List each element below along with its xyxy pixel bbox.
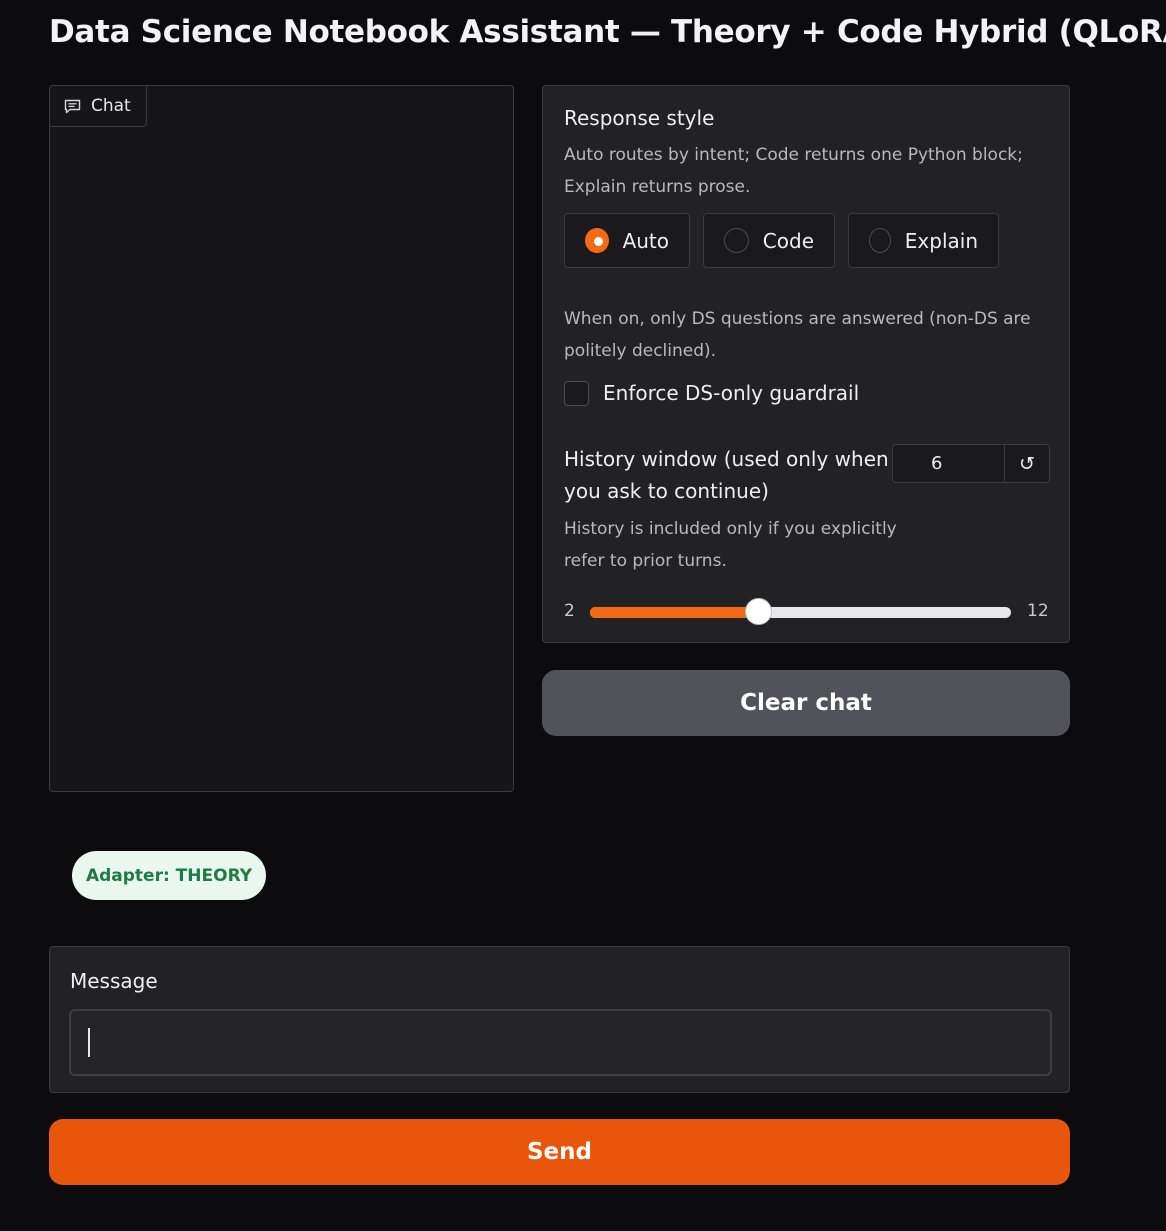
message-panel: Message [49,946,1070,1093]
text-caret [88,1028,90,1057]
guardrail-info-1: When on, only DS questions are answered … [564,309,1031,329]
guardrail-checkbox[interactable] [564,381,589,406]
history-info-2: refer to prior turns. [564,551,727,571]
reset-icon[interactable]: ↺ [1004,445,1049,482]
history-info-1: History is included only if you explicit… [564,519,897,539]
response-style-info-1: Auto routes by intent; Code returns one … [564,145,1023,165]
adapter-badge: Adapter: THEORY [72,851,266,900]
slider-max-label: 12 [1027,601,1049,621]
slider-fill [590,607,759,618]
chat-icon [64,99,81,113]
response-style-info-2: Explain returns prose. [564,177,751,197]
radio-explain-indicator[interactable] [869,228,891,253]
radio-auto-label: Auto [622,228,669,253]
send-button[interactable]: Send [49,1119,1070,1185]
radio-code-label: Code [762,228,814,253]
chatbot-panel: Chat [49,85,514,792]
clear-chat-button[interactable]: Clear chat [542,670,1070,736]
radio-option-auto[interactable]: Auto [564,213,690,268]
history-label-2: you ask to continue) [564,479,769,503]
guardrail-info-2: politely declined). [564,341,717,361]
slider-min-label: 2 [564,601,575,621]
radio-option-code[interactable]: Code [703,213,835,268]
radio-code-indicator[interactable] [724,228,749,253]
history-number-value[interactable]: 6 [931,453,942,474]
chat-tab: Chat [50,86,147,127]
history-slider[interactable] [590,598,1011,625]
radio-explain-label: Explain [904,228,978,253]
slider-thumb[interactable] [745,598,773,625]
response-style-radio-group: Auto Code Explain [564,213,999,268]
page-title: Data Science Notebook Assistant — Theory… [49,14,1166,50]
radio-auto-indicator[interactable] [585,228,609,253]
radio-option-explain[interactable]: Explain [848,213,999,268]
settings-panel: Response style Auto routes by intent; Co… [542,85,1070,643]
history-label-1: History window (used only when [564,447,889,471]
chat-tab-label: Chat [91,96,131,116]
message-input[interactable] [69,1009,1052,1076]
guardrail-label[interactable]: Enforce DS-only guardrail [603,381,859,405]
message-label: Message [70,969,158,993]
response-style-label: Response style [564,106,715,130]
history-number-input[interactable]: 6 ↺ [892,444,1050,483]
